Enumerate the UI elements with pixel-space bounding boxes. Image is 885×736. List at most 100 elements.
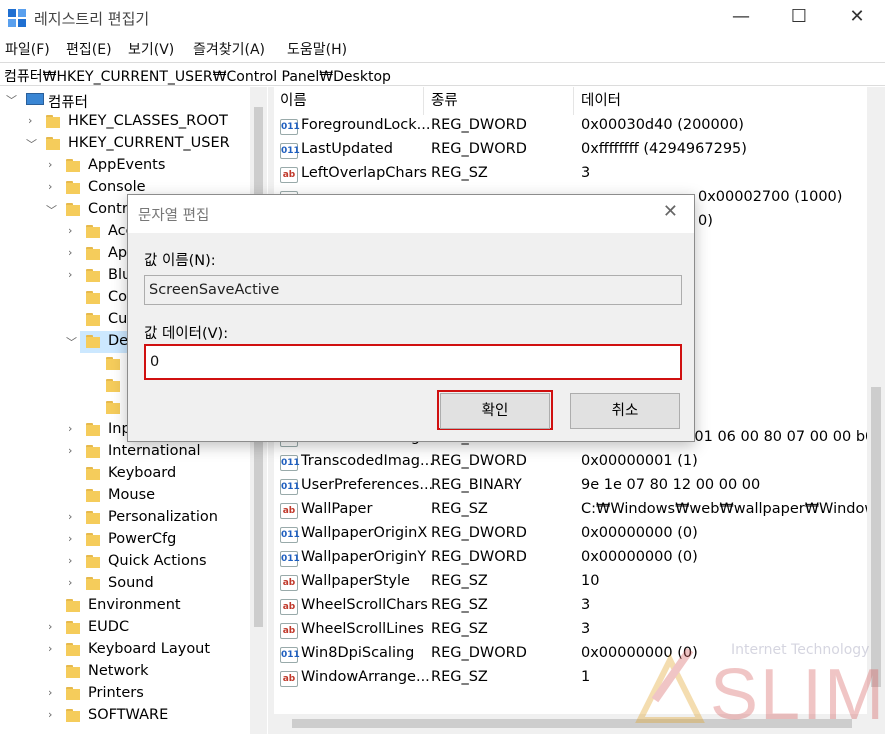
value-row[interactable]: 011 WallpaperOriginX REG_DWORD 0x00000000 (… (274, 523, 874, 547)
tree-item-appevents[interactable]: › AppEvents (0, 155, 268, 177)
value-type: REG_SZ (431, 621, 488, 637)
value-row[interactable]: 011 Win8DpiScaling REG_DWORD 0x00000000 (0) (274, 643, 874, 667)
value-row[interactable]: ab WheelScrollLines REG_SZ 3 (274, 619, 874, 643)
address-bar[interactable]: 컴퓨터₩HKEY_CURRENT_USER₩Control Panel₩Desk… (0, 62, 885, 86)
tree-label: Personalization (108, 509, 218, 525)
list-scrollbar[interactable] (867, 87, 885, 714)
tree-item-computer[interactable]: ﹀ 컴퓨터 (0, 89, 268, 111)
tree-item-personalization[interactable]: › Personalization (0, 507, 268, 529)
tree-label: Cu (108, 311, 128, 327)
menu-edit[interactable]: 편집(E) (66, 39, 112, 59)
column-header-name[interactable]: 이름 (274, 87, 424, 115)
tree-label: PowerCfg (108, 531, 177, 547)
value-name: WallpaperStyle (301, 573, 410, 589)
chevron-right-icon[interactable]: › (68, 554, 80, 568)
tree-label: HKEY_CURRENT_USER (68, 135, 230, 151)
folder-icon (86, 247, 100, 260)
tree-item-powercfg[interactable]: › PowerCfg (0, 529, 268, 551)
chevron-right-icon[interactable]: › (28, 114, 40, 128)
value-data-input[interactable]: 0 (144, 344, 682, 380)
menu-file[interactable]: 파일(F) (5, 39, 50, 59)
chevron-down-icon[interactable]: ﹀ (6, 92, 18, 107)
value-row[interactable]: 011 ForegroundLock... REG_DWORD 0x00030d40 … (274, 115, 874, 139)
chevron-right-icon[interactable]: › (68, 532, 80, 546)
value-name: WallpaperOriginY (301, 549, 427, 565)
chevron-right-icon[interactable]: › (68, 246, 80, 260)
tree-item-network[interactable]: Network (0, 661, 268, 683)
maximize-button[interactable]: ☐ (770, 0, 828, 36)
chevron-right-icon[interactable]: › (68, 268, 80, 282)
value-data-partial: 0) (698, 213, 713, 229)
folder-icon (86, 291, 100, 304)
chevron-right-icon[interactable]: › (68, 510, 80, 524)
tree-item-keyboard-layout[interactable]: › Keyboard Layout (0, 639, 268, 661)
column-header-type[interactable]: 종류 (424, 87, 574, 115)
menu-favorites[interactable]: 즐겨찾기(A) (193, 39, 265, 59)
menu-help[interactable]: 도움말(H) (287, 39, 347, 59)
tree-item-environment[interactable]: Environment (0, 595, 268, 617)
list-scrollbar-thumb[interactable] (871, 387, 881, 687)
value-data: 3 (581, 621, 591, 637)
menu-view[interactable]: 보기(V) (128, 39, 174, 59)
ok-button[interactable]: 확인 (440, 393, 550, 429)
chevron-down-icon[interactable]: ﹀ (46, 202, 58, 217)
list-horizontal-scrollbar-thumb[interactable] (292, 719, 852, 728)
value-row[interactable]: 011 TranscodedImag... REG_DWORD 0x00000001 … (274, 451, 874, 475)
value-data: 3 (581, 597, 591, 613)
value-row[interactable]: ab WheelScrollChars REG_SZ 3 (274, 595, 874, 619)
cancel-button[interactable]: 취소 (570, 393, 680, 429)
tree-item-hkcu[interactable]: ﹀ HKEY_CURRENT_USER (0, 133, 268, 155)
value-row[interactable]: 011 WallpaperOriginY REG_DWORD 0x00000000 (… (274, 547, 874, 571)
tree-item-sound[interactable]: › Sound (0, 573, 268, 595)
tree-label: Network (88, 663, 149, 679)
value-row[interactable]: ab WallpaperStyle REG_SZ 10 (274, 571, 874, 595)
string-value-icon: ab (280, 671, 298, 687)
folder-icon (66, 159, 80, 172)
chevron-right-icon[interactable]: › (48, 686, 60, 700)
tree-item-software[interactable]: › SOFTWARE (0, 705, 268, 727)
tree-item-printers[interactable]: › Printers (0, 683, 268, 705)
chevron-right-icon[interactable]: › (48, 620, 60, 634)
value-row[interactable]: ab LeftOverlapChars REG_SZ 3 (274, 163, 874, 187)
chevron-right-icon[interactable]: › (48, 180, 60, 194)
chevron-right-icon[interactable]: › (68, 224, 80, 238)
tree-item-international[interactable]: › International (0, 441, 268, 463)
value-row[interactable]: ab WallPaper REG_SZ C:₩Windows₩web₩wallpape… (274, 499, 885, 523)
value-row[interactable]: 011 LastUpdated REG_DWORD 0xffffffff (42949… (274, 139, 874, 163)
close-button[interactable]: ✕ (828, 0, 885, 36)
minimize-button[interactable]: — (712, 0, 770, 36)
chevron-down-icon[interactable]: ﹀ (66, 334, 78, 349)
value-type: REG_DWORD (431, 117, 527, 133)
folder-icon (46, 115, 60, 128)
chevron-right-icon[interactable]: › (48, 708, 60, 722)
chevron-down-icon[interactable]: ﹀ (26, 136, 38, 151)
tree-item-keyboard[interactable]: Keyboard (0, 463, 268, 485)
chevron-right-icon[interactable]: › (48, 642, 60, 656)
tree-label: Sound (108, 575, 154, 591)
chevron-right-icon[interactable]: › (48, 158, 60, 172)
chevron-right-icon[interactable]: › (68, 422, 80, 436)
tree-item-mouse[interactable]: Mouse (0, 485, 268, 507)
list-horizontal-scrollbar[interactable] (274, 714, 885, 734)
binary-value-icon: 011 (280, 479, 300, 495)
folder-icon (86, 335, 100, 348)
string-value-icon: ab (280, 599, 298, 615)
value-type: REG_DWORD (431, 453, 527, 469)
value-type: REG_SZ (431, 501, 488, 517)
chevron-right-icon[interactable]: › (68, 576, 80, 590)
value-row[interactable]: 011 UserPreferences... REG_BINARY 9e 1e 07 … (274, 475, 874, 499)
folder-icon (86, 467, 100, 480)
value-name-label: 값 이름(N): (144, 253, 216, 269)
tree-label: Quick Actions (108, 553, 207, 569)
string-value-icon: ab (280, 503, 298, 519)
tree-item-eudc[interactable]: › EUDC (0, 617, 268, 639)
value-row[interactable]: ab WindowArrange... REG_SZ 1 (274, 667, 874, 691)
chevron-right-icon[interactable]: › (68, 444, 80, 458)
folder-icon (86, 445, 100, 458)
dialog-close-icon[interactable]: ✕ (663, 201, 678, 222)
binary-value-icon: 011 (280, 119, 300, 135)
tree-item-quick-actions[interactable]: › Quick Actions (0, 551, 268, 573)
tree-item-hkcr[interactable]: › HKEY_CLASSES_ROOT (0, 111, 268, 133)
column-header-data[interactable]: 데이터 (574, 87, 874, 115)
value-name: UserPreferences... (301, 477, 434, 493)
